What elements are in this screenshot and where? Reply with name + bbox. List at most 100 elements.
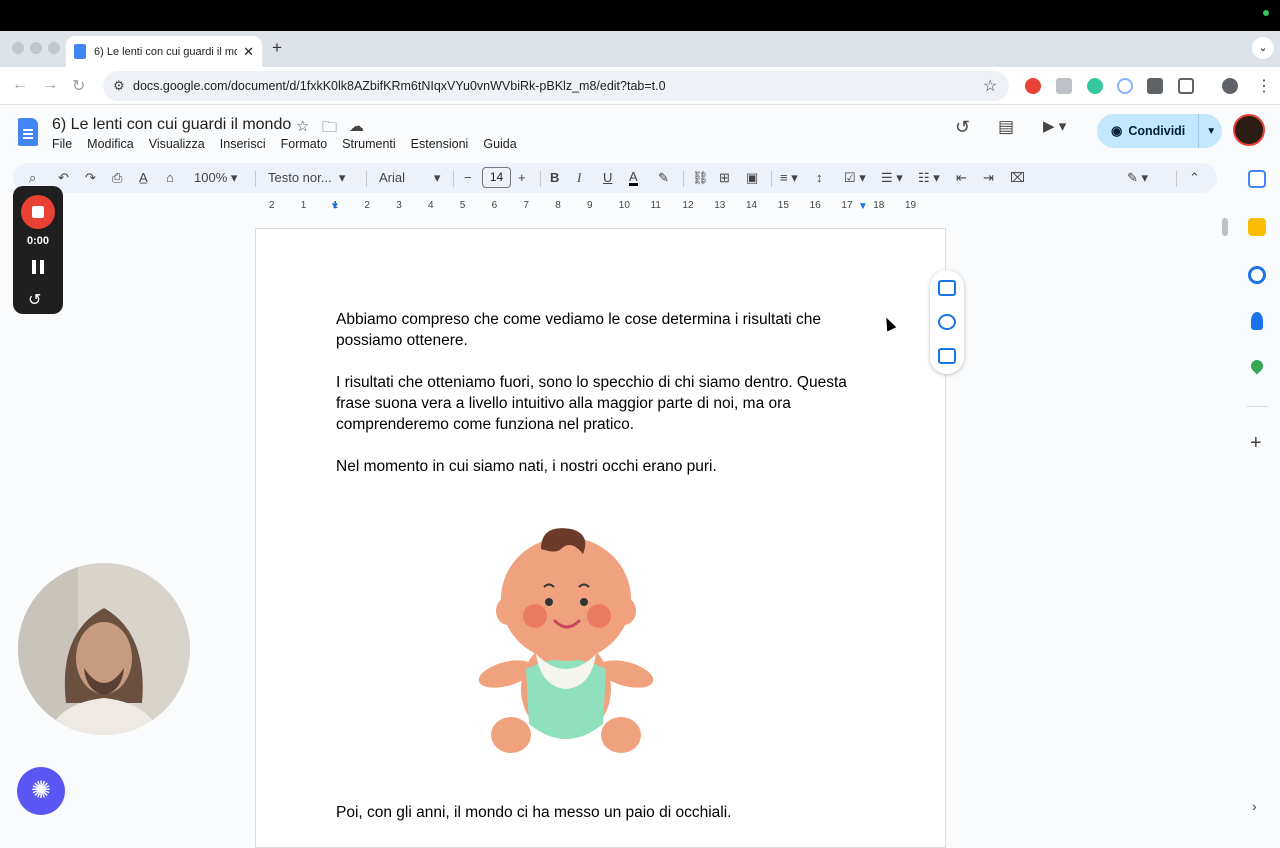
underline-icon[interactable]: U <box>603 170 612 185</box>
font-size-input[interactable]: 14 <box>482 167 511 188</box>
decrease-indent-icon[interactable]: ⇤ <box>956 170 967 186</box>
get-addons-plus-icon[interactable]: + <box>1250 432 1262 455</box>
restart-recording-icon[interactable]: ↺ <box>28 290 41 310</box>
paragraph-2[interactable]: I risultati che otteniamo fuori, sono lo… <box>336 372 866 435</box>
browser-profile-avatar[interactable] <box>1222 78 1238 94</box>
extension-camera-icon[interactable] <box>1056 78 1072 94</box>
document-title[interactable]: 6) Le lenti con cui guardi il mondo <box>52 116 291 134</box>
extensions-puzzle-icon[interactable] <box>1178 78 1194 94</box>
redo-icon[interactable]: ↷ <box>85 170 96 186</box>
bulleted-list-icon[interactable]: ☰ ▾ <box>881 170 903 186</box>
bold-icon[interactable]: B <box>550 170 559 185</box>
maps-icon[interactable] <box>1248 357 1266 375</box>
ruler-tick-label: 8 <box>555 200 561 211</box>
left-indent-marker-icon[interactable]: ▼ <box>330 201 340 212</box>
comments-icon[interactable]: ▤ <box>998 117 1014 137</box>
line-spacing-icon[interactable]: ↕ <box>816 170 823 185</box>
tab-search-chevron-icon[interactable]: ⌄ <box>1252 37 1274 59</box>
ruler-tick-label: 10 <box>618 200 630 211</box>
menu-visualizza[interactable]: Visualizza <box>149 137 205 151</box>
baby-left-eye <box>545 598 553 606</box>
checklist-icon[interactable]: ☑ ▾ <box>844 170 866 186</box>
back-arrow-icon[interactable]: ← <box>12 76 28 94</box>
numbered-list-icon[interactable]: ☷ ▾ <box>918 170 940 186</box>
share-button[interactable]: ◉ Condividi ▼ <box>1097 114 1222 148</box>
extension-link-icon[interactable] <box>1117 78 1133 94</box>
highlight-color-icon[interactable]: ✎ <box>658 170 669 186</box>
site-info-icon[interactable]: ⚙ <box>113 78 125 94</box>
menu-modifica[interactable]: Modifica <box>87 137 134 151</box>
increase-indent-icon[interactable]: ⇥ <box>983 170 994 186</box>
google-docs-logo-icon[interactable] <box>18 118 38 146</box>
document-page[interactable]: Abbiamo compreso che come vediamo le cos… <box>255 228 946 848</box>
spellcheck-icon[interactable]: A̲ <box>139 170 148 185</box>
window-close-control[interactable] <box>12 42 24 54</box>
reload-icon[interactable]: ↻ <box>72 76 85 96</box>
menu-guida[interactable]: Guida <box>483 137 516 151</box>
forward-arrow-icon[interactable]: → <box>42 76 58 94</box>
decrease-font-size-icon[interactable]: − <box>464 170 472 185</box>
snowflake-icon: ✺ <box>30 777 52 804</box>
contacts-icon[interactable] <box>1251 312 1263 330</box>
window-zoom-control[interactable] <box>48 42 60 54</box>
search-menus-icon[interactable]: ⌕ <box>29 170 36 186</box>
tab-close-icon[interactable]: ✕ <box>243 44 254 60</box>
browser-tab-active[interactable]: 6) Le lenti con cui guardi il mo ✕ <box>66 36 262 67</box>
tasks-icon[interactable] <box>1248 266 1266 284</box>
italic-icon[interactable]: I <box>577 170 581 186</box>
extension-f-icon[interactable] <box>1147 78 1163 94</box>
baby-illustration[interactable] <box>471 509 661 759</box>
url-field[interactable]: ⚙ docs.google.com/document/d/1fxkK0lk8AZ… <box>103 71 1009 101</box>
calendar-icon[interactable] <box>1248 170 1266 188</box>
editing-mode-icon[interactable]: ✎ ▾ <box>1127 170 1148 186</box>
side-panel: + › <box>1236 162 1280 831</box>
clear-formatting-icon[interactable]: ⌧ <box>1010 170 1025 186</box>
meet-video-icon[interactable]: ▶ ▾ <box>1043 117 1066 135</box>
share-dropdown-icon[interactable]: ▼ <box>1206 126 1216 137</box>
paragraph-style-select[interactable]: Testo nor... ▾ <box>268 170 345 186</box>
scrollbar-thumb[interactable] <box>1222 218 1228 236</box>
ruler-tick-label: 19 <box>905 200 917 211</box>
version-history-icon[interactable]: ↺ <box>955 117 970 138</box>
keep-icon[interactable] <box>1248 218 1266 236</box>
recorder-launcher-button[interactable]: ✺ <box>17 767 65 815</box>
paragraph-4[interactable]: Poi, con gli anni, il mondo ci ha messo … <box>336 802 866 823</box>
print-icon[interactable]: ⎙ <box>112 170 122 186</box>
increase-font-size-icon[interactable]: + <box>518 170 526 185</box>
show-side-panel-chevron-icon[interactable]: › <box>1252 798 1257 814</box>
add-comment-float-icon[interactable] <box>938 280 956 296</box>
paint-format-icon[interactable]: ⌂ <box>166 170 174 185</box>
insert-image-icon[interactable]: ▣ <box>746 170 758 186</box>
undo-icon[interactable]: ↶ <box>58 170 69 186</box>
add-emoji-reaction-icon[interactable] <box>938 314 956 330</box>
menu-estensioni[interactable]: Estensioni <box>411 137 469 151</box>
bookmark-star-icon[interactable]: ☆ <box>983 76 997 96</box>
user-avatar[interactable] <box>1233 114 1265 146</box>
new-tab-button[interactable]: + <box>272 38 282 58</box>
paragraph-3[interactable]: Nel momento in cui siamo nati, i nostri … <box>336 456 866 477</box>
right-indent-marker-icon[interactable]: ▼ <box>858 201 868 212</box>
menu-inserisci[interactable]: Inserisci <box>220 137 266 151</box>
menu-formato[interactable]: Formato <box>281 137 328 151</box>
pause-recording-icon[interactable] <box>32 260 44 274</box>
window-minimize-control[interactable] <box>30 42 42 54</box>
horizontal-ruler[interactable]: 2 1 1 2 3 4 5 6 7 8 9 10 11 12 13 14 15 16 17 18 19 ▼ ▼ <box>255 200 945 214</box>
menu-file[interactable]: File <box>52 137 72 151</box>
paragraph-1[interactable]: Abbiamo compreso che come vediamo le cos… <box>336 309 866 351</box>
cloud-status-icon[interactable]: ☁ <box>349 117 364 135</box>
text-color-icon[interactable]: A <box>629 170 638 186</box>
zoom-select[interactable]: 100% ▾ <box>194 170 237 186</box>
browser-menu-icon[interactable]: ⋮ <box>1256 76 1272 96</box>
add-comment-icon[interactable]: ⊞ <box>719 170 730 186</box>
insert-link-icon[interactable]: ⛓ <box>692 170 709 186</box>
webcam-bubble[interactable] <box>18 563 190 735</box>
menu-strumenti[interactable]: Strumenti <box>342 137 396 151</box>
hide-menus-chevron-icon[interactable]: ⌃ <box>1189 170 1200 186</box>
star-icon[interactable]: ☆ <box>296 117 309 135</box>
stop-recording-button[interactable] <box>21 195 55 229</box>
extension-opera-icon[interactable] <box>1025 78 1041 94</box>
font-select[interactable]: Arial ▾ <box>379 170 440 186</box>
align-icon[interactable]: ≡ ▾ <box>780 170 798 186</box>
extension-m-icon[interactable] <box>1087 78 1103 94</box>
suggest-edits-icon[interactable] <box>938 348 956 364</box>
